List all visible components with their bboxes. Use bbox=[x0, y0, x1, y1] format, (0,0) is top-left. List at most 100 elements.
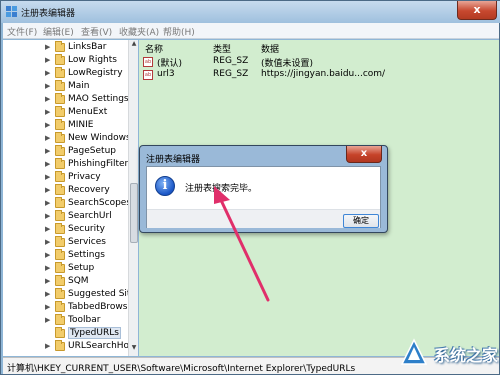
tree-item[interactable]: ▶ PageSetup bbox=[3, 145, 129, 159]
menu-edit[interactable]: 编辑(E) bbox=[43, 25, 74, 38]
tree-item-selected[interactable]: TypedURLs bbox=[3, 327, 129, 341]
tree-item-label: New Windows bbox=[68, 133, 131, 143]
dialog-title: 注册表编辑器 bbox=[146, 155, 201, 165]
dialog-footer: 确定 bbox=[147, 209, 380, 228]
tree-item[interactable]: ▶ Services bbox=[3, 236, 129, 250]
expand-arrow-icon[interactable]: ▶ bbox=[45, 251, 50, 259]
tree-item[interactable]: ▶ New Windows bbox=[3, 132, 131, 146]
tree-item[interactable]: ▶ Main bbox=[3, 80, 129, 94]
tree-item[interactable]: ▶ TabbedBrowsi bbox=[3, 301, 130, 315]
column-header-name[interactable]: 名称 bbox=[145, 42, 163, 55]
tree-item-label: MAO Settings bbox=[68, 94, 129, 104]
tree-item-label: TypedURLs bbox=[68, 327, 121, 339]
folder-icon bbox=[55, 158, 65, 169]
expand-arrow-icon[interactable]: ▶ bbox=[45, 199, 50, 207]
expand-arrow-icon[interactable]: ▶ bbox=[45, 82, 50, 90]
folder-icon bbox=[55, 197, 65, 208]
expand-arrow-icon[interactable]: ▶ bbox=[45, 121, 50, 129]
regedit-app-icon bbox=[6, 6, 17, 17]
menu-favorites[interactable]: 收藏夹(A) bbox=[119, 25, 159, 38]
ok-button[interactable]: 确定 bbox=[343, 214, 379, 228]
watermark-logo-icon bbox=[400, 338, 428, 365]
tree-item[interactable]: ▶ Privacy bbox=[3, 171, 129, 185]
expand-arrow-icon[interactable]: ▶ bbox=[45, 43, 50, 51]
tree-item[interactable]: ▶ PhishingFilter bbox=[3, 158, 129, 172]
folder-icon bbox=[55, 210, 65, 221]
scrollbar-thumb[interactable] bbox=[130, 183, 138, 243]
menu-bar: 文件(F) 编辑(E) 查看(V) 收藏夹(A) 帮助(H) bbox=[3, 23, 499, 39]
value-data: https://jingyan.baidu...com/ bbox=[261, 69, 386, 79]
folder-icon bbox=[55, 67, 65, 78]
folder-icon bbox=[55, 54, 65, 65]
expand-arrow-icon[interactable]: ▶ bbox=[45, 238, 50, 246]
expand-arrow-icon[interactable]: ▶ bbox=[45, 160, 50, 168]
folder-icon bbox=[55, 106, 65, 117]
tree-item[interactable]: ▶ Suggested Site bbox=[3, 288, 136, 302]
value-row[interactable]: ab (默认) REG_SZ (数值未设置) bbox=[139, 56, 499, 69]
expand-arrow-icon[interactable]: ▶ bbox=[45, 147, 50, 155]
tree-item[interactable]: ▶ MINIE bbox=[3, 119, 129, 133]
tree-item[interactable]: ▶ Low Rights bbox=[3, 54, 129, 68]
scroll-up-arrow-icon[interactable]: ▲ bbox=[129, 40, 139, 50]
scroll-down-arrow-icon[interactable]: ▼ bbox=[129, 344, 139, 354]
tree-item[interactable]: ▶ SearchScopes bbox=[3, 197, 132, 211]
expand-arrow-icon[interactable]: ▶ bbox=[45, 342, 50, 350]
tree-item[interactable]: ▶ LowRegistry bbox=[3, 67, 129, 81]
tree-item-label: Toolbar bbox=[68, 315, 101, 325]
expand-arrow-icon[interactable]: ▶ bbox=[45, 264, 50, 272]
tree-item[interactable]: ▶ SearchUrl bbox=[3, 210, 129, 224]
tree-item-label: MINIE bbox=[68, 120, 94, 130]
folder-icon bbox=[55, 275, 65, 286]
tree-item[interactable]: ▶ URLSearchHoo bbox=[3, 340, 135, 354]
dialog-body: i 注册表搜索完毕。 确定 bbox=[146, 166, 381, 228]
value-row[interactable]: ab url3 REG_SZ https://jingyan.baidu...c… bbox=[139, 69, 499, 82]
window-close-button[interactable]: x bbox=[457, 1, 497, 20]
expand-arrow-icon[interactable]: ▶ bbox=[45, 56, 50, 64]
expand-arrow-icon[interactable]: ▶ bbox=[45, 225, 50, 233]
tree-item[interactable]: ▶ Setup bbox=[3, 262, 129, 276]
expand-arrow-icon[interactable]: ▶ bbox=[45, 316, 50, 324]
registry-path: 计算机\HKEY_CURRENT_USER\Software\Microsoft… bbox=[7, 364, 356, 374]
folder-icon bbox=[55, 249, 65, 260]
tree-item[interactable]: ▶ Settings bbox=[3, 249, 129, 263]
expand-arrow-icon[interactable]: ▶ bbox=[45, 290, 50, 298]
expand-arrow-icon[interactable]: ▶ bbox=[45, 108, 50, 116]
tree-item[interactable]: ▶ MAO Settings bbox=[3, 93, 129, 107]
expand-arrow-icon[interactable]: ▶ bbox=[45, 303, 50, 311]
expand-arrow-icon[interactable]: ▶ bbox=[45, 134, 50, 142]
tree-item-label: SearchScopes bbox=[68, 198, 132, 208]
expand-arrow-icon[interactable]: ▶ bbox=[45, 69, 50, 77]
expand-arrow-icon[interactable]: ▶ bbox=[45, 186, 50, 194]
expand-arrow-icon[interactable]: ▶ bbox=[45, 277, 50, 285]
expand-arrow-icon[interactable]: ▶ bbox=[45, 212, 50, 220]
folder-icon bbox=[55, 301, 65, 312]
tree-item[interactable]: ▶ SQM bbox=[3, 275, 129, 289]
tree-item[interactable]: ▶ LinksBar bbox=[3, 41, 129, 55]
tree-item[interactable]: ▶ Recovery bbox=[3, 184, 129, 198]
string-value-icon: ab bbox=[143, 70, 153, 80]
expand-arrow-icon[interactable]: ▶ bbox=[45, 173, 50, 181]
tree-scrollbar[interactable]: ▲ ▼ bbox=[128, 40, 138, 356]
tree-item-label: Low Rights bbox=[68, 55, 117, 65]
dialog-close-button[interactable]: x bbox=[346, 146, 382, 163]
tree-item-label: Suggested Site bbox=[68, 289, 136, 299]
folder-icon bbox=[55, 184, 65, 195]
expand-arrow-icon[interactable]: ▶ bbox=[45, 95, 50, 103]
menu-file[interactable]: 文件(F) bbox=[7, 25, 37, 38]
tree-item[interactable]: ▶ Security bbox=[3, 223, 129, 237]
folder-icon bbox=[55, 223, 65, 234]
column-header-data[interactable]: 数据 bbox=[261, 42, 279, 55]
title-bar[interactable]: 注册表编辑器 x bbox=[1, 1, 500, 23]
menu-help[interactable]: 帮助(H) bbox=[163, 25, 195, 38]
folder-icon bbox=[55, 327, 65, 338]
value-type: REG_SZ bbox=[213, 56, 249, 66]
tree-item-label: PageSetup bbox=[68, 146, 116, 156]
tree-item[interactable]: ▶ MenuExt bbox=[3, 106, 129, 120]
tree-item-label: URLSearchHoo bbox=[68, 341, 135, 351]
folder-icon bbox=[55, 236, 65, 247]
search-complete-dialog: 注册表编辑器 x i 注册表搜索完毕。 确定 bbox=[139, 145, 388, 233]
menu-view[interactable]: 查看(V) bbox=[81, 25, 112, 38]
column-header-type[interactable]: 类型 bbox=[213, 42, 231, 55]
value-data: (数值未设置) bbox=[261, 59, 314, 69]
folder-icon bbox=[55, 288, 65, 299]
